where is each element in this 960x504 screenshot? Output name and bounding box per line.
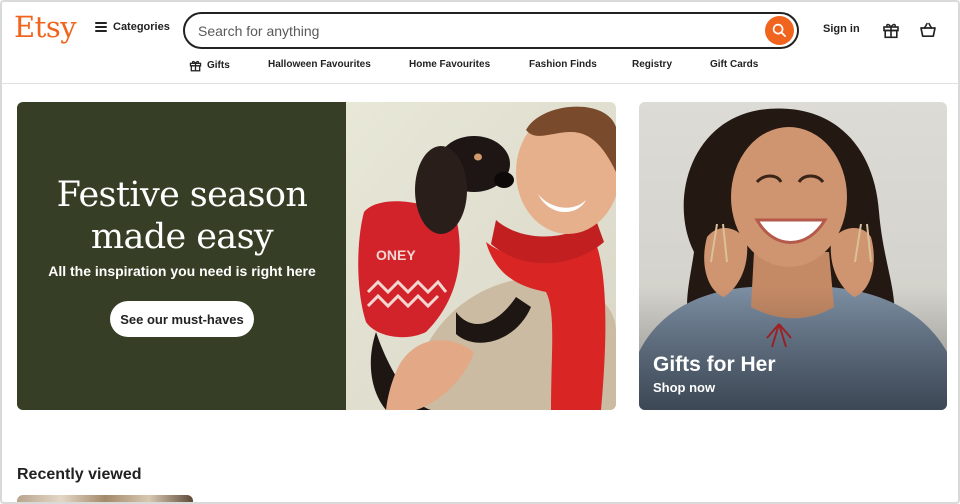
hero-image-man-with-dog: ONEY bbox=[346, 102, 616, 410]
nav-item-home-favourites[interactable]: Home Favourites bbox=[409, 59, 490, 70]
gifts-for-her-card[interactable]: Gifts for Her Shop now bbox=[639, 102, 947, 410]
hero-text-panel: Festive season made easy All the inspira… bbox=[17, 102, 347, 410]
cart-button[interactable] bbox=[917, 19, 939, 41]
categories-label: Categories bbox=[113, 21, 170, 33]
etsy-logo[interactable]: Etsy bbox=[14, 10, 77, 44]
hero-subtitle: All the inspiration you need is right he… bbox=[48, 263, 316, 279]
recently-viewed-heading: Recently viewed bbox=[17, 466, 142, 483]
nav-item-registry[interactable]: Registry bbox=[632, 59, 672, 70]
search-icon bbox=[772, 23, 786, 37]
nav-item-label: Gifts bbox=[207, 60, 230, 71]
nav-item-halloween-favourites[interactable]: Halloween Favourites bbox=[268, 59, 371, 70]
hero-banner: Festive season made easy All the inspira… bbox=[17, 102, 616, 410]
recently-viewed-item[interactable] bbox=[17, 495, 193, 502]
nav-item-label: Gift Cards bbox=[710, 59, 759, 70]
nav-item-label: Registry bbox=[632, 59, 673, 70]
nav-item-label: Fashion Finds bbox=[529, 59, 597, 70]
nav-item-gifts[interactable]: Gifts bbox=[189, 59, 230, 72]
gift-icon bbox=[189, 60, 202, 72]
hero-title-line: Festive season bbox=[56, 175, 308, 215]
gift-icon bbox=[883, 23, 899, 39]
sign-in-button[interactable]: Sign in bbox=[823, 23, 860, 35]
gift-button[interactable] bbox=[880, 19, 902, 41]
search-input[interactable] bbox=[198, 22, 738, 39]
gifts-for-her-title: Gifts for Her bbox=[653, 353, 776, 376]
nav-item-gift-cards[interactable]: Gift Cards bbox=[710, 59, 758, 70]
dog-sweater-text: ONEY bbox=[376, 247, 416, 263]
site-header: Etsy Categories Sign in bbox=[2, 2, 958, 84]
see-must-haves-button[interactable]: See our must-haves bbox=[110, 301, 254, 337]
search-bar bbox=[183, 12, 799, 49]
page-frame: Etsy Categories Sign in bbox=[0, 0, 960, 504]
hero-title: Festive season made easy bbox=[17, 174, 347, 258]
nav-item-fashion-finds[interactable]: Fashion Finds bbox=[529, 59, 597, 70]
basket-icon bbox=[920, 22, 936, 38]
hamburger-icon bbox=[95, 22, 107, 32]
nav-item-label: Halloween Favourites bbox=[268, 59, 371, 70]
category-nav: Gifts Halloween Favourites Home Favourit… bbox=[2, 56, 958, 76]
nav-item-label: Home Favourites bbox=[409, 59, 491, 70]
categories-button[interactable]: Categories bbox=[95, 21, 170, 33]
search-button[interactable] bbox=[765, 16, 794, 45]
shop-now-link[interactable]: Shop now bbox=[653, 380, 715, 395]
hero-title-line: made easy bbox=[90, 217, 274, 257]
